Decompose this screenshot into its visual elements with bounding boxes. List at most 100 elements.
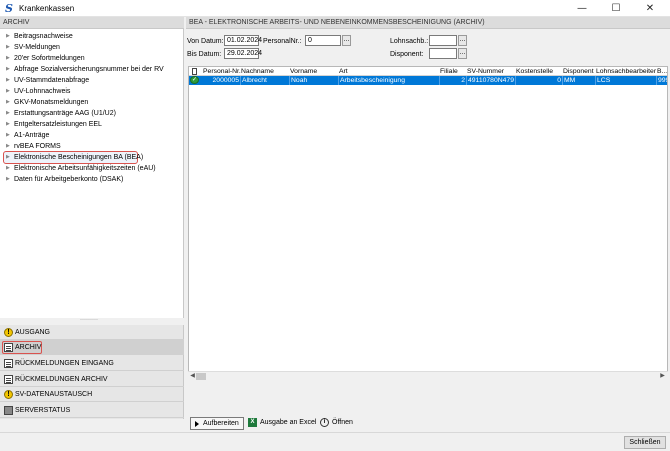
expand-arrow-icon[interactable]: ▶ <box>6 163 10 174</box>
disponent-label: Disponent: <box>390 51 424 58</box>
horizontal-scrollbar[interactable]: ◀ ▶ <box>188 371 668 380</box>
col-art[interactable]: Art <box>339 67 439 76</box>
expand-arrow-icon[interactable]: ▶ <box>6 42 10 53</box>
nav-sv-datenaustausch[interactable]: ! SV-DATENAUSTAUSCH <box>0 387 184 402</box>
expand-arrow-icon[interactable]: ▶ <box>6 86 10 97</box>
left-pane-header: ARCHIV <box>0 17 184 29</box>
nav-rueckmeldungen-archiv[interactable]: RÜCKMELDUNGEN ARCHIV <box>0 372 184 387</box>
tree-item-sofortmeldungen[interactable]: ▶ 20'er Sofortmeldungen <box>0 53 184 64</box>
tree-item-abfrage-sv-nummer[interactable]: ▶ Abfrage Sozialversicherungsnummer bei d… <box>0 64 184 75</box>
nav-rueckmeldungen-eingang[interactable]: RÜCKMELDUNGEN EINGANG <box>0 356 184 371</box>
table-row[interactable]: ✓ 2000005 Albrecht Noah Arbeitsbescheini… <box>189 76 667 85</box>
col-disponent[interactable]: Disponent <box>563 67 595 76</box>
col-personal-nr[interactable]: Personal-Nr. <box>203 67 241 76</box>
cell-lohnsachbearbeiter: LCS <box>596 76 657 85</box>
server-icon <box>4 406 13 415</box>
tree-item-erstattungsantraege[interactable]: ▶ Erstattungsanträge AAG (U1/U2) <box>0 108 184 119</box>
nav-archiv[interactable]: ARCHIV <box>0 340 184 355</box>
bis-datum-label: Bis Datum: <box>187 51 222 58</box>
excel-export-button[interactable]: X Ausgabe an Excel <box>248 417 316 430</box>
schliessen-button[interactable]: Schließen <box>624 436 666 449</box>
cell-sv-nummer: 49110780N479 <box>468 76 516 85</box>
aufbereiten-button[interactable]: Aufbereiten <box>190 417 244 430</box>
app-logo-icon: S <box>5 2 13 15</box>
warning-icon: ! <box>4 328 13 337</box>
von-datum-input[interactable]: 01.02.2024 <box>224 35 262 46</box>
bottom-bar: Schließen <box>0 432 670 451</box>
document-icon <box>4 359 13 368</box>
tree-item-dsak[interactable]: ▶ Daten für Arbeitgeberkonto (DSAK) <box>0 174 184 185</box>
warning-icon: ! <box>4 390 13 399</box>
tree-item-beitragsnachweise[interactable]: ▶ Beitragsnachweise <box>0 31 184 42</box>
grid-header: Personal-Nr. Nachname Vorname Art Filial… <box>189 67 667 76</box>
excel-icon: X <box>248 418 257 427</box>
tree-item-a1-antraege[interactable]: ▶ A1-Anträge <box>0 130 184 141</box>
expand-arrow-icon[interactable]: ▶ <box>6 64 10 75</box>
col-kostenstelle[interactable]: Kostenstelle <box>516 67 562 76</box>
expand-arrow-icon[interactable]: ▶ <box>6 97 10 108</box>
scroll-right-icon[interactable]: ▶ <box>658 372 667 381</box>
tree-item-eel[interactable]: ▶ Entgeltersatzleistungen EEL <box>0 119 184 130</box>
disponent-lookup-button[interactable]: ... <box>458 48 467 59</box>
cell-b: 999 <box>658 77 667 84</box>
window-title: Krankenkassen <box>19 4 75 13</box>
expand-arrow-icon[interactable]: ▶ <box>6 53 10 64</box>
tree-item-uv-lohnnachweis[interactable]: ▶ UV-Lohnnachweis <box>0 86 184 97</box>
cell-personal-nr: 2000005 <box>203 76 241 85</box>
tree-item-eau[interactable]: ▶ Elektronische Arbeitsunfähigkeitszeiten… <box>0 163 184 174</box>
bis-datum-input[interactable]: 29.02.2024 <box>224 48 262 59</box>
cell-kostenstelle: 0 <box>516 76 563 85</box>
document-icon <box>4 375 13 384</box>
lohnsachb-lookup-button[interactable]: ... <box>458 35 467 46</box>
tree-item-sv-meldungen[interactable]: ▶ SV-Meldungen <box>0 42 184 53</box>
right-pane-header: BEA - ELEKTRONISCHE ARBEITS- UND NEBENEI… <box>186 17 670 29</box>
personalnr-lookup-button[interactable]: ... <box>342 35 351 46</box>
cell-vorname: Noah <box>290 76 339 85</box>
results-grid: Personal-Nr. Nachname Vorname Art Filial… <box>188 66 668 380</box>
col-b[interactable]: B... <box>657 67 667 76</box>
navigation-panel: ! AUSGANG ARCHIV RÜCKMELDUNGEN EINGANG R… <box>0 325 184 419</box>
close-window-button[interactable]: ✕ <box>633 0 667 17</box>
expand-arrow-icon[interactable]: ▶ <box>6 75 10 86</box>
von-datum-label: Von Datum: <box>187 38 224 45</box>
expand-arrow-icon[interactable]: ▶ <box>6 31 10 42</box>
action-bar: Aufbereiten X Ausgabe an Excel i Öffnen <box>186 416 670 432</box>
personalnr-input[interactable]: 0 <box>305 35 341 46</box>
col-lohnsachbearbeiter[interactable]: Lohnsachbearbeiter <box>596 67 656 76</box>
expand-arrow-icon[interactable]: ▶ <box>6 108 10 119</box>
scroll-thumb[interactable] <box>196 373 206 380</box>
check-icon: ✓ <box>190 76 199 84</box>
personalnr-label: PersonalNr.: <box>263 38 302 45</box>
info-icon: i <box>320 418 329 427</box>
tree-item-gkv-monatsmeldungen[interactable]: ▶ GKV-Monatsmeldungen <box>0 97 184 108</box>
maximize-button[interactable]: ☐ <box>599 0 633 17</box>
lohnsachb-label: Lohnsachb.: <box>390 38 429 45</box>
lohnsachb-input[interactable] <box>429 35 457 46</box>
col-filiale[interactable]: Filiale <box>440 67 466 76</box>
cell-nachname: Albrecht <box>241 76 290 85</box>
nav-serverstatus[interactable]: SERVERSTATUS <box>0 403 184 418</box>
nav-ausgang[interactable]: ! AUSGANG <box>0 325 184 340</box>
minimize-button[interactable]: — <box>565 0 599 17</box>
filter-panel: Von Datum: 01.02.2024 PersonalNr.: 0 ...… <box>186 29 670 64</box>
play-icon <box>195 421 199 427</box>
expand-arrow-icon[interactable]: ▶ <box>6 119 10 130</box>
expand-arrow-icon[interactable]: ▶ <box>6 130 10 141</box>
oeffnen-button[interactable]: i Öffnen <box>320 417 353 430</box>
document-icon <box>192 68 197 75</box>
category-tree: ▶ Beitragsnachweise ▶ SV-Meldungen ▶ 20'er … <box>0 29 184 318</box>
disponent-input[interactable] <box>429 48 457 59</box>
title-bar: S Krankenkassen — ☐ ✕ <box>0 0 670 17</box>
tree-item-bea[interactable]: ▶ Elektronische Bescheinigungen BA (BEA) <box>0 151 184 164</box>
document-icon <box>4 343 13 352</box>
tree-item-uv-stammdatenabfrage[interactable]: ▶ UV-Stammdatenabfrage <box>0 75 184 86</box>
col-sv-nummer[interactable]: SV-Nummer <box>467 67 515 76</box>
expand-arrow-icon[interactable]: ▶ <box>6 152 10 163</box>
col-nachname[interactable]: Nachname <box>241 67 289 76</box>
cell-filiale: 2 <box>440 76 467 85</box>
cell-art: Arbeitsbescheinigung <box>339 76 440 85</box>
splitter-grip-icon[interactable]: ········· <box>80 317 102 323</box>
expand-arrow-icon[interactable]: ▶ <box>6 174 10 185</box>
col-vorname[interactable]: Vorname <box>290 67 338 76</box>
cell-disponent: MM <box>563 76 596 85</box>
